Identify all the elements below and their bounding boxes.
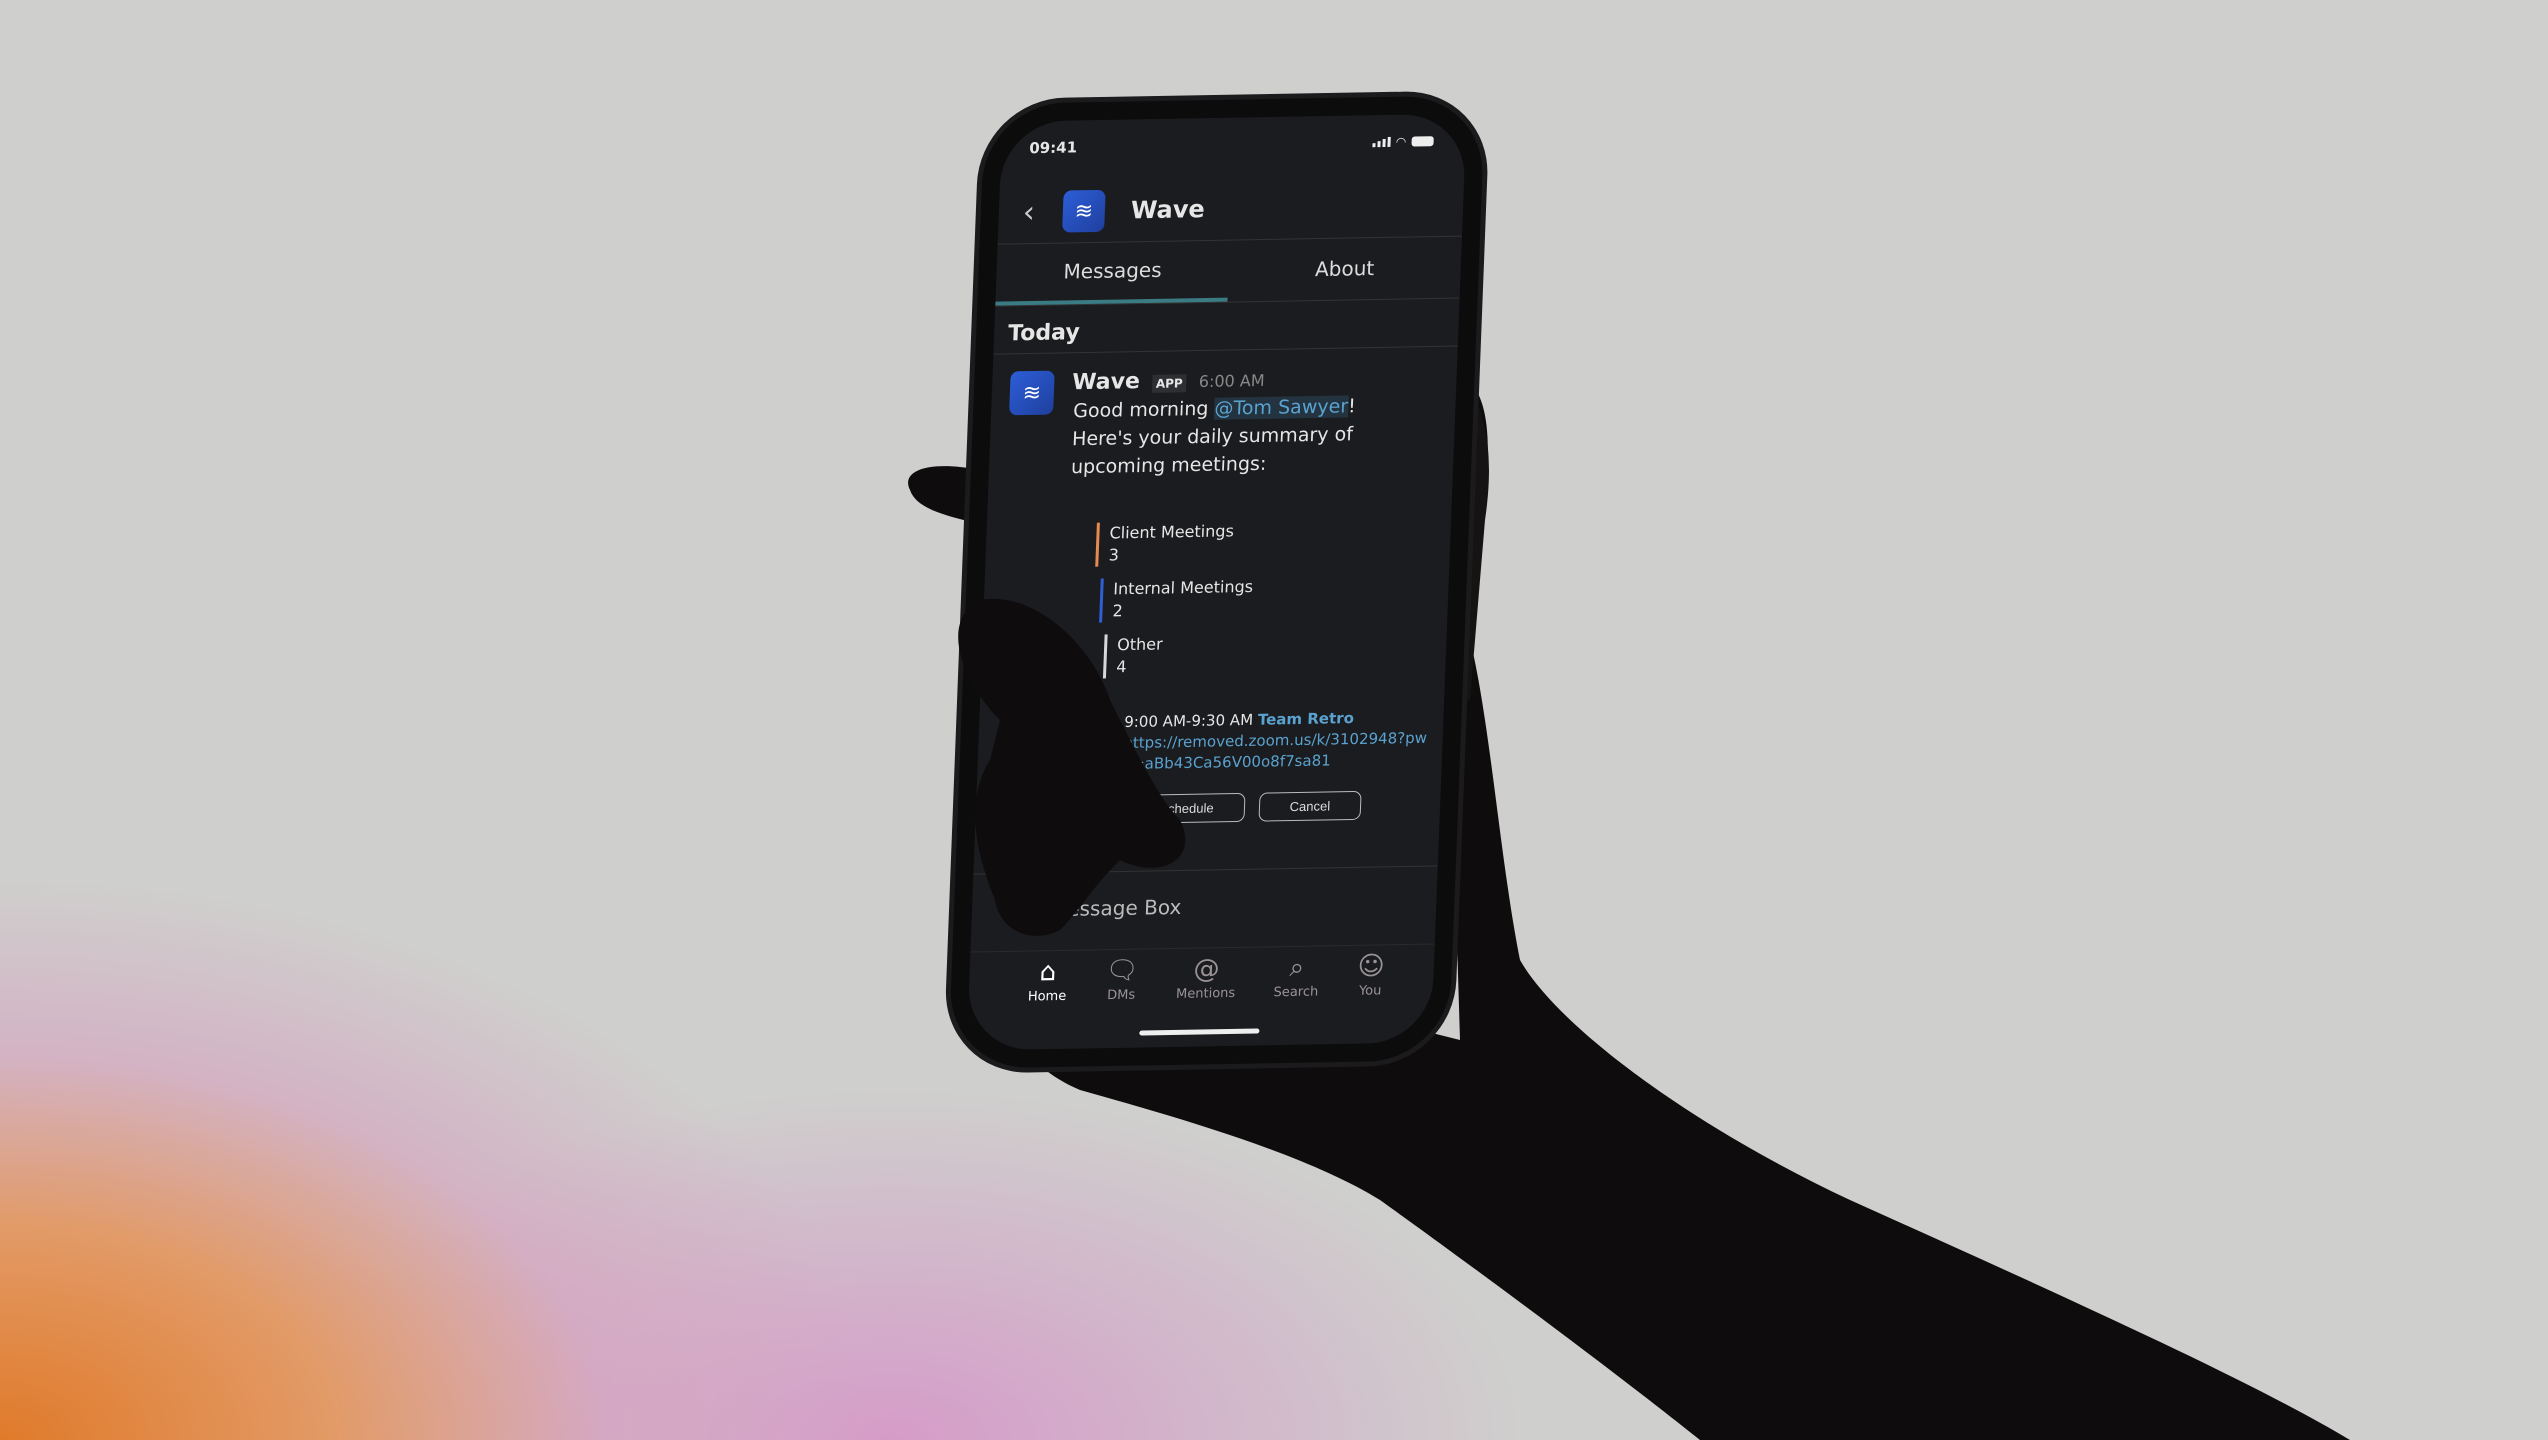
- nav-mentions[interactable]: @ Mentions: [1175, 952, 1237, 1018]
- message-time: 6:00 AM: [1198, 370, 1266, 392]
- event-title[interactable]: Team Retro: [1258, 709, 1355, 729]
- zoom-link[interactable]: https://removed.zoom.us/k/3102948?pwd=aB…: [1122, 729, 1427, 773]
- bottom-nav: ⌂ Home 🗨 DMs @ Mentions ⌕ Search ☺ You: [967, 943, 1435, 1022]
- status-bar: 09:41 ◠: [1029, 132, 1434, 157]
- app-badge: APP: [1151, 374, 1188, 393]
- meeting-stats: Client Meetings 3 Internal Meetings 2 Othe…: [1091, 516, 1442, 679]
- phone-screen: 09:41 ◠ ‹ ≋ Wave Messages About Today ≋ …: [966, 113, 1467, 1051]
- status-time: 09:41: [1028, 138, 1078, 158]
- header: ‹ ≋ Wave: [997, 173, 1465, 245]
- at-icon: @: [1192, 954, 1221, 985]
- phone: 09:41 ◠ ‹ ≋ Wave Messages About Today ≋ …: [947, 95, 1486, 1069]
- nav-home[interactable]: ⌂ Home: [1027, 955, 1068, 1021]
- divider: [993, 345, 1458, 355]
- message-box-placeholder: Message Box: [1049, 894, 1182, 922]
- home-icon: ⌂: [1039, 957, 1057, 988]
- greeting: Good morning: [1072, 397, 1215, 423]
- event-time: 9:00 AM-9:30 AM: [1123, 710, 1254, 732]
- sender-name[interactable]: Wave: [1072, 369, 1141, 395]
- dms-icon: 🗨: [1104, 955, 1140, 987]
- greeting-end: !: [1347, 395, 1357, 418]
- reschedule-button[interactable]: Reschedule: [1113, 792, 1246, 825]
- home-indicator[interactable]: [1139, 1028, 1260, 1036]
- chevron-left-icon[interactable]: ‹: [1022, 195, 1035, 230]
- nav-label: Search: [1273, 984, 1319, 1001]
- tab-about[interactable]: About: [1227, 236, 1462, 302]
- you-icon: ☺: [1356, 951, 1386, 982]
- mention-link[interactable]: @Tom Sawyer: [1214, 395, 1349, 420]
- nav-label: Home: [1027, 988, 1067, 1005]
- battery-icon: [1411, 136, 1434, 147]
- nav-label: DMs: [1106, 987, 1136, 1004]
- signal-icon: [1372, 136, 1391, 148]
- event-card: 9:00 AM-9:30 AM Team Retro https://remove…: [1107, 706, 1434, 776]
- stat-value: 4: [1116, 657, 1127, 677]
- wifi-icon: ◠: [1396, 134, 1406, 149]
- tab-bar: Messages About: [995, 235, 1463, 307]
- nav-dms[interactable]: 🗨 DMs: [1104, 954, 1140, 1020]
- stat-internal: Internal Meetings 2: [1099, 572, 1440, 623]
- tab-messages[interactable]: Messages: [995, 239, 1230, 306]
- nav-you[interactable]: ☺ You: [1356, 949, 1386, 1014]
- message-box[interactable]: Message Box: [970, 865, 1438, 951]
- message-body: Here's your daily summary of upcoming me…: [1070, 423, 1354, 479]
- nav-search[interactable]: ⌕ Search: [1273, 950, 1320, 1016]
- nav-label: You: [1358, 983, 1382, 999]
- section-header: Today: [1007, 320, 1081, 347]
- channel-title: Wave: [1130, 195, 1206, 225]
- nav-label: Mentions: [1175, 985, 1236, 1002]
- message: ≋ Wave APP 6:00 AM Good morning @Tom Sawye…: [993, 364, 1447, 827]
- message-text: Good morning @Tom Sawyer! Here's your dai…: [1071, 391, 1447, 481]
- wave-logo-icon: ≋: [1062, 189, 1106, 233]
- wave-logo-icon: ≋: [1009, 370, 1055, 416]
- stat-other: Other 4: [1102, 628, 1437, 679]
- cancel-button[interactable]: Cancel: [1258, 790, 1362, 822]
- stat-client: Client Meetings 3: [1095, 516, 1442, 567]
- search-icon: ⌕: [1288, 952, 1305, 983]
